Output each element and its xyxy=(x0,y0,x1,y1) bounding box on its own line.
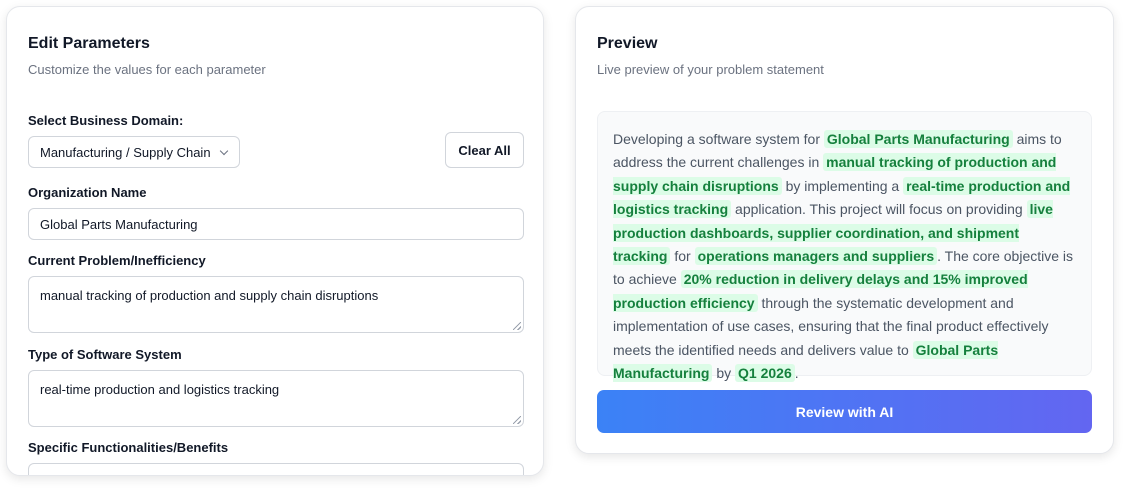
software-type-value: real-time production and logistics track… xyxy=(40,382,280,397)
review-with-ai-button[interactable]: Review with AI xyxy=(597,390,1092,433)
highlight-users: operations managers and suppliers xyxy=(694,247,938,266)
functionalities-label: Specific Functionalities/Benefits xyxy=(28,440,229,455)
preview-title: Preview xyxy=(597,35,658,52)
resize-handle-icon[interactable] xyxy=(513,416,521,424)
resize-handle-icon[interactable] xyxy=(513,322,521,330)
domain-select[interactable]: Manufacturing / Supply Chain xyxy=(28,136,240,168)
statement-text: by xyxy=(712,365,736,382)
problem-textarea[interactable]: manual tracking of production and supply… xyxy=(28,276,524,333)
software-type-label: Type of Software System xyxy=(28,347,182,362)
preview-panel: Preview Live preview of your problem sta… xyxy=(575,6,1114,454)
domain-label: Select Business Domain: xyxy=(28,113,184,128)
edit-parameters-panel: Edit Parameters Customize the values for… xyxy=(6,6,544,476)
chevron-down-icon xyxy=(219,146,228,155)
functionalities-input[interactable] xyxy=(28,463,524,475)
organization-name-input[interactable]: Global Parts Manufacturing xyxy=(28,208,524,240)
statement-text: Developing a software system for xyxy=(613,131,824,147)
panel-title: Edit Parameters xyxy=(28,35,150,52)
clear-all-button[interactable]: Clear All xyxy=(445,132,524,168)
statement-text: application. This project will focus on … xyxy=(731,201,1027,218)
organization-name-value: Global Parts Manufacturing xyxy=(40,216,198,232)
preview-subtitle: Live preview of your problem statement xyxy=(597,62,824,77)
domain-select-value: Manufacturing / Supply Chain xyxy=(40,144,211,160)
org-label: Organization Name xyxy=(28,185,147,200)
panel-subtitle: Customize the values for each parameter xyxy=(28,62,266,77)
statement-text: by implementing a xyxy=(781,177,904,194)
statement-text: . xyxy=(794,365,799,382)
statement-text: for xyxy=(670,248,695,265)
highlight-organization: Global Parts Manufacturing xyxy=(823,130,1013,148)
problem-statement-preview: Developing a software system for Global … xyxy=(597,111,1092,383)
software-type-textarea[interactable]: real-time production and logistics track… xyxy=(28,370,524,427)
problem-value: manual tracking of production and supply… xyxy=(40,288,379,303)
highlight-deadline: Q1 2026 xyxy=(735,364,795,383)
problem-label: Current Problem/Inefficiency xyxy=(28,253,206,268)
